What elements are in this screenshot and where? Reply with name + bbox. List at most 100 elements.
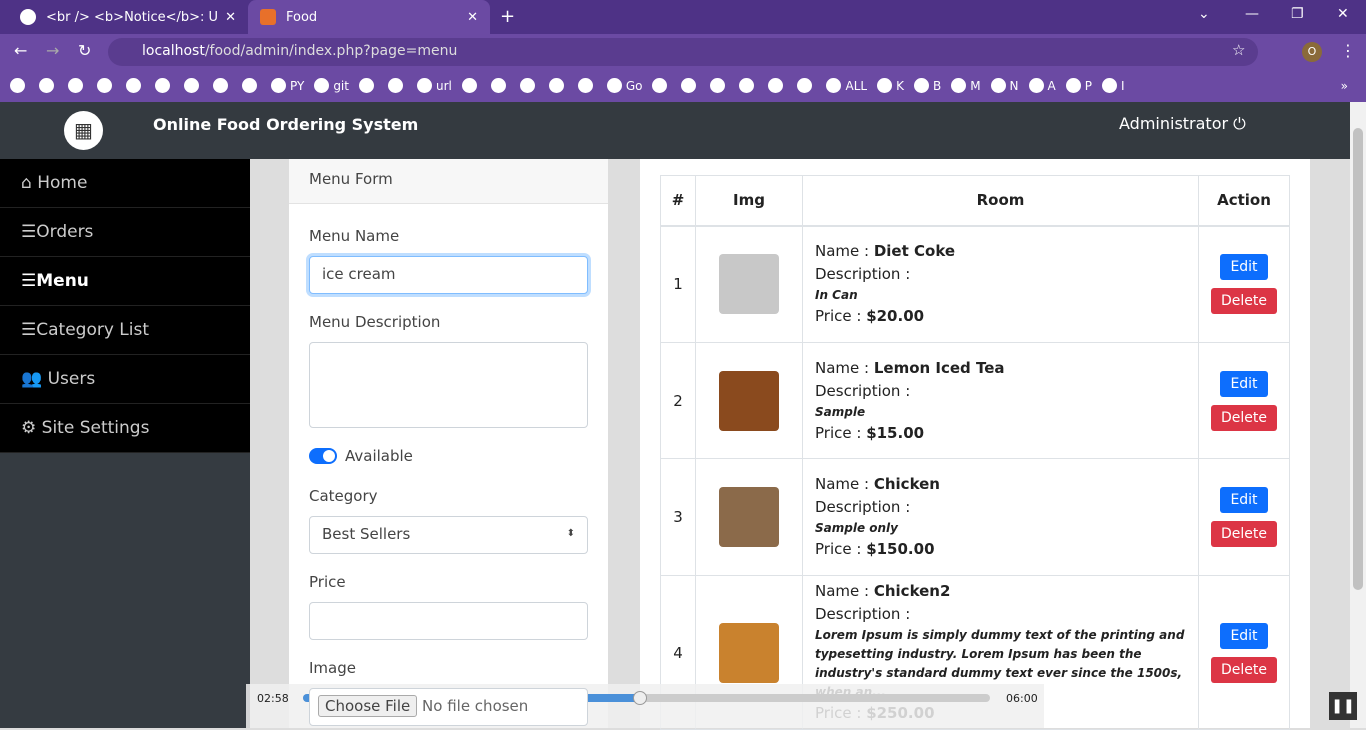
bookmark-item[interactable] (710, 78, 729, 93)
choose-file-button[interactable]: Choose File (318, 695, 418, 717)
bookmark-item[interactable] (155, 78, 174, 93)
scrollbar-thumb[interactable] (1353, 128, 1363, 590)
bookmark-item[interactable] (548, 78, 568, 93)
bookmark-favicon-icon (710, 78, 726, 93)
bookmarks-overflow-icon[interactable]: » (1341, 79, 1348, 93)
bookmark-item[interactable]: B (913, 78, 941, 93)
bookmark-favicon-icon (126, 78, 141, 93)
bookmark-item[interactable] (519, 78, 539, 93)
bookmark-item[interactable]: PY (271, 78, 304, 93)
edit-button[interactable]: Edit (1220, 622, 1268, 649)
close-icon[interactable]: ✕ (225, 10, 236, 25)
restore-button[interactable]: ❐ (1291, 6, 1304, 22)
bookmark-item[interactable]: ALL (826, 78, 867, 93)
edit-button[interactable]: Edit (1220, 370, 1268, 397)
bookmark-item[interactable]: url (416, 78, 452, 93)
col-img: Img (695, 175, 803, 227)
tab-strip: <br /> <b>Notice</b>: Undefined ✕ Food ✕ +… (0, 0, 1366, 34)
sidebar-item-label: Site Settings (41, 418, 150, 438)
bookmark-favicon-icon (271, 78, 286, 93)
bookmark-item[interactable] (490, 78, 510, 93)
bookmark-favicon-icon (387, 78, 403, 93)
sidebar-item-site-settings[interactable]: ⚙ Site Settings (0, 404, 250, 453)
bookmark-favicon-icon (797, 78, 813, 93)
menu-item-price: $20.00 (866, 307, 925, 326)
new-tab-button[interactable]: + (500, 6, 515, 27)
pause-button[interactable]: ❚❚ (1329, 692, 1357, 720)
bookmark-item[interactable] (184, 78, 203, 93)
bookmark-item[interactable] (461, 78, 481, 93)
price-input[interactable] (309, 602, 588, 640)
address-bar[interactable]: localhost/food/admin/index.php?page=menu (108, 38, 1258, 66)
bookmark-item[interactable] (39, 78, 58, 93)
bookmark-favicon-icon (184, 78, 199, 93)
sidebar-item-menu[interactable]: ☰Menu (0, 257, 250, 306)
sidebar-item-category-list[interactable]: ☰Category List (0, 306, 250, 355)
bookmark-favicon-icon (990, 78, 1006, 93)
bookmark-item[interactable]: P (1065, 78, 1092, 93)
category-select[interactable]: Best Sellers ⬍ (309, 516, 588, 554)
bookmark-item[interactable]: Go (606, 78, 642, 93)
bookmark-item[interactable] (387, 78, 407, 93)
video-seek-handle[interactable] (632, 691, 647, 705)
list-icon: ☰ (21, 320, 37, 340)
bookmark-item[interactable] (797, 78, 816, 93)
bookmark-item[interactable]: A (1028, 78, 1056, 93)
bookmark-item[interactable] (97, 78, 116, 93)
page-scrollbar[interactable] (1350, 102, 1366, 728)
bookmark-item[interactable] (68, 78, 87, 93)
delete-button[interactable]: Delete (1211, 404, 1277, 431)
bookmark-item[interactable] (577, 78, 597, 93)
bookmark-item[interactable]: M (951, 78, 981, 93)
reload-icon[interactable]: ↻ (78, 41, 91, 60)
name-label: Name : (815, 242, 874, 261)
bookmark-favicon-icon (739, 78, 755, 93)
tab-notice[interactable]: <br /> <b>Notice</b>: Undefined ✕ (8, 0, 248, 34)
forward-icon[interactable]: → (46, 41, 59, 60)
bookmark-star-icon[interactable]: ☆ (1232, 41, 1245, 59)
bookmark-item[interactable] (126, 78, 145, 93)
edit-button[interactable]: Edit (1220, 487, 1268, 513)
bookmark-item[interactable]: I (1102, 78, 1125, 93)
edit-button[interactable]: Edit (1220, 254, 1268, 281)
bookmark-item[interactable] (358, 78, 378, 93)
bookmark-item[interactable] (242, 78, 261, 93)
menu-item-image (719, 487, 779, 547)
menu-table-card: # Img Room Action 1 Name : Diet Coke Des… (640, 159, 1310, 730)
sidebar-item-users[interactable]: 👥 Users (0, 355, 250, 404)
bookmark-item[interactable]: N (990, 78, 1019, 93)
close-window-button[interactable]: ✕ (1337, 6, 1349, 22)
close-icon[interactable]: ✕ (467, 10, 478, 25)
back-icon[interactable]: ← (14, 41, 27, 60)
bookmark-item[interactable] (213, 78, 232, 93)
image-file-input[interactable]: Choose File No file chosen (309, 688, 588, 726)
bookmark-item[interactable] (681, 78, 700, 93)
sidebar-item-orders[interactable]: ☰Orders (0, 208, 250, 257)
bookmark-favicon-icon (606, 78, 622, 93)
name-label: Name : (815, 582, 874, 600)
bookmark-item[interactable]: K (877, 78, 904, 93)
bookmark-item[interactable] (10, 78, 29, 93)
menu-icon[interactable]: ⋮ (1340, 41, 1356, 60)
chevron-down-icon[interactable]: ⌄ (1198, 6, 1210, 22)
available-toggle[interactable] (309, 448, 337, 464)
url-path: /food/admin/index.php?page=menu (204, 43, 458, 59)
delete-button[interactable]: Delete (1211, 656, 1277, 683)
profile-avatar[interactable]: O (1302, 42, 1322, 62)
sidebar-item-home[interactable]: ⌂ Home (0, 159, 250, 208)
bookmark-item[interactable] (768, 78, 787, 93)
xampp-icon (260, 9, 276, 25)
app-title: Online Food Ordering System (153, 115, 419, 134)
menu-item-name: Lemon Iced Tea (873, 358, 1005, 377)
minimize-button[interactable]: — (1245, 6, 1259, 22)
menu-name-input[interactable]: ice cream (309, 256, 588, 294)
menu-description-input[interactable] (309, 342, 588, 428)
delete-button[interactable]: Delete (1211, 288, 1277, 315)
tab-food[interactable]: Food ✕ (248, 0, 490, 34)
bookmark-item[interactable] (739, 78, 758, 93)
sidebar-item-label: Users (47, 369, 96, 389)
bookmark-item[interactable] (652, 78, 671, 93)
admin-menu[interactable]: Administrator ⏻ (1119, 114, 1246, 134)
delete-button[interactable]: Delete (1211, 521, 1277, 547)
bookmark-item[interactable]: git (314, 78, 349, 93)
